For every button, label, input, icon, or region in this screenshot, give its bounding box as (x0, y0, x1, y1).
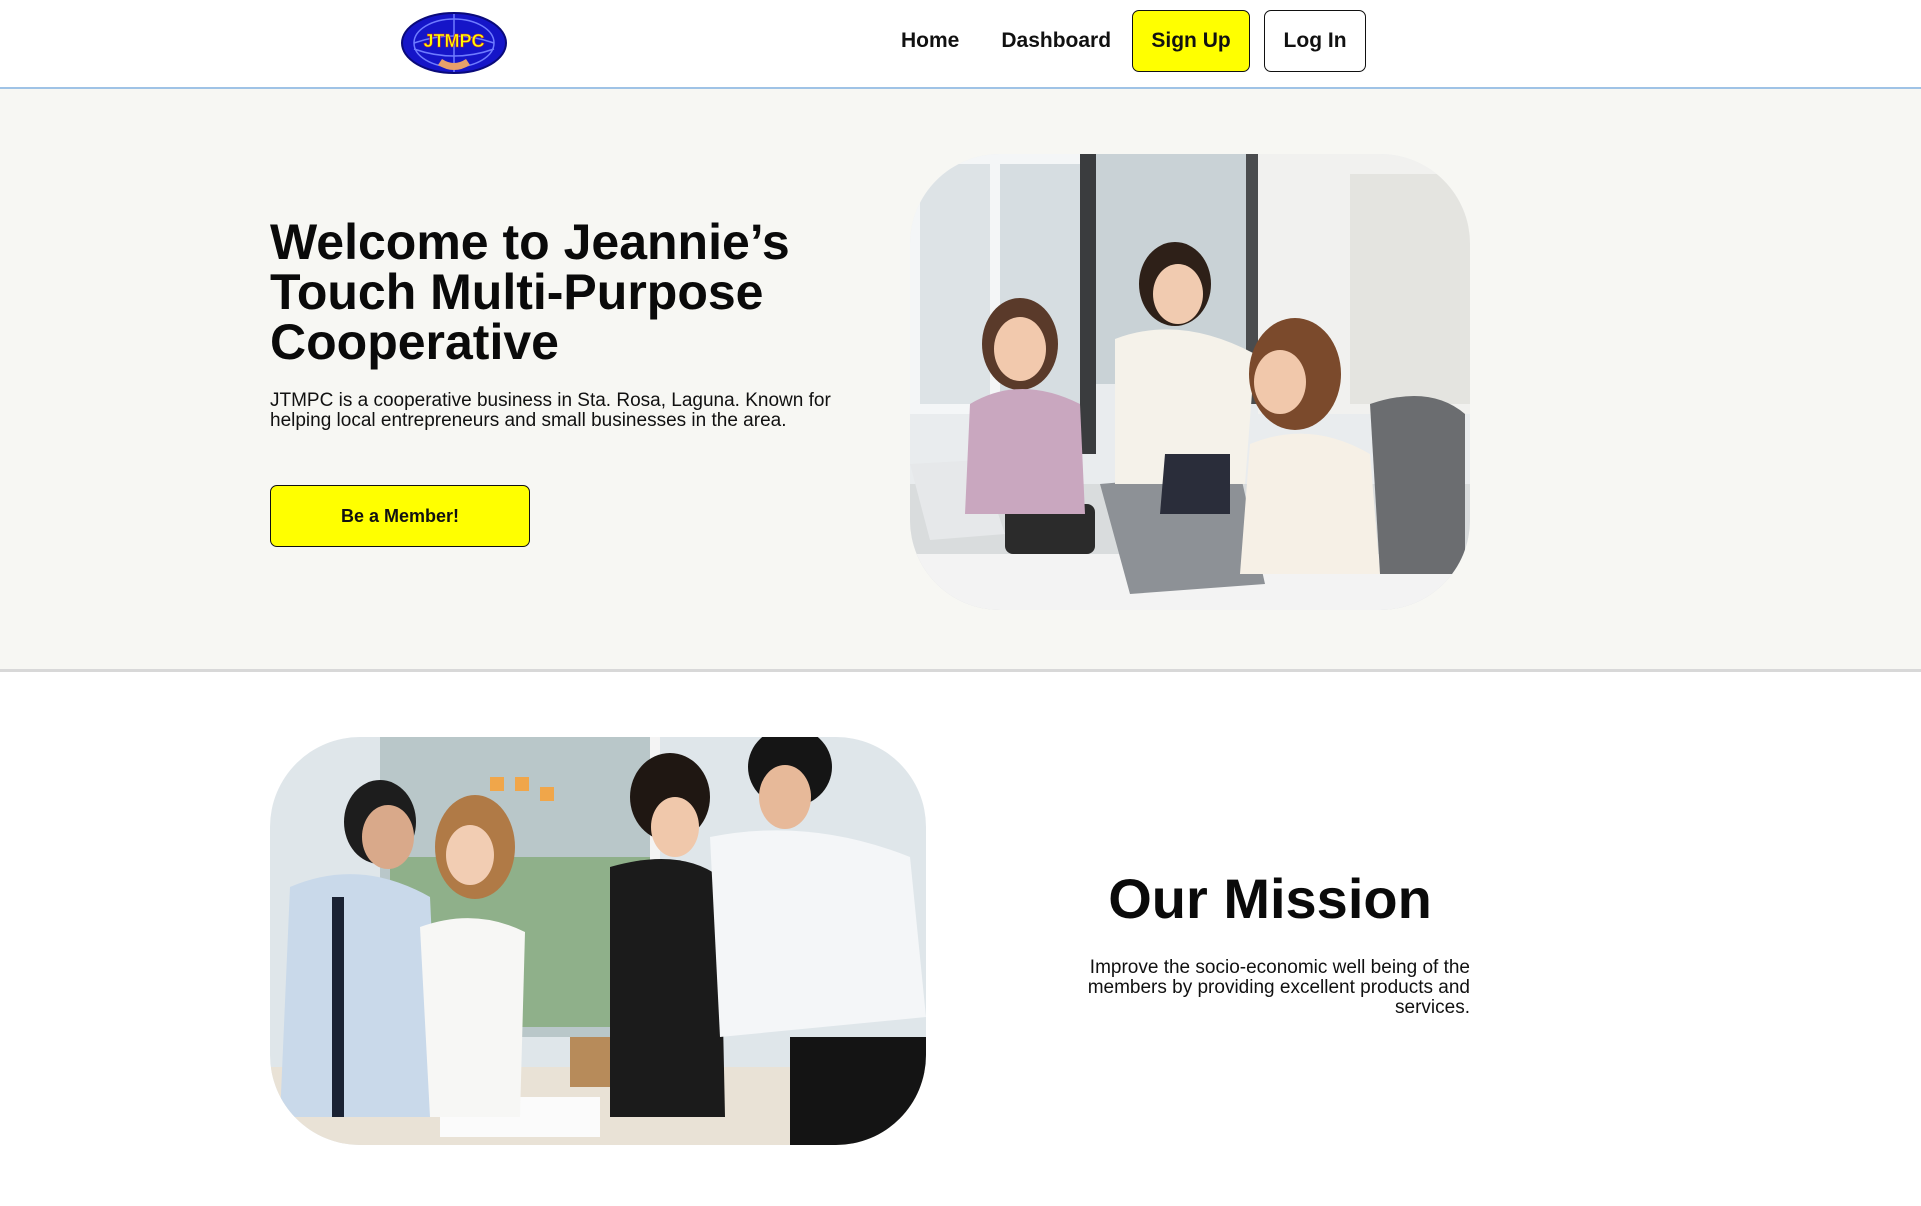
jtmpc-logo[interactable]: JTMPC (400, 11, 508, 75)
be-a-member-button[interactable]: Be a Member! (270, 485, 530, 547)
log-in-button[interactable]: Log In (1264, 10, 1367, 72)
hero-section: Welcome to Jeannie’s Touch Multi-Purpose… (0, 89, 1921, 672)
nav-dashboard-link[interactable]: Dashboard (980, 29, 1132, 53)
hero-description: JTMPC is a cooperative business in Sta. … (270, 390, 831, 431)
site-header: JTMPC Home Dashboard Sign Up Log In (0, 0, 1921, 89)
mission-title: Our Mission (1108, 867, 1432, 930)
sign-up-button[interactable]: Sign Up (1132, 10, 1251, 72)
nav-home-link[interactable]: Home (880, 29, 980, 53)
hero-team-photo (910, 154, 1470, 610)
svg-text:JTMPC: JTMPC (423, 31, 484, 51)
mission-team-photo (270, 737, 926, 1145)
mission-text: Improve the socio-economic well being of… (1087, 957, 1470, 1018)
hero-title: Welcome to Jeannie’s Touch Multi-Purpose… (270, 214, 790, 370)
main-nav: Home Dashboard Sign Up Log In (880, 10, 1367, 72)
